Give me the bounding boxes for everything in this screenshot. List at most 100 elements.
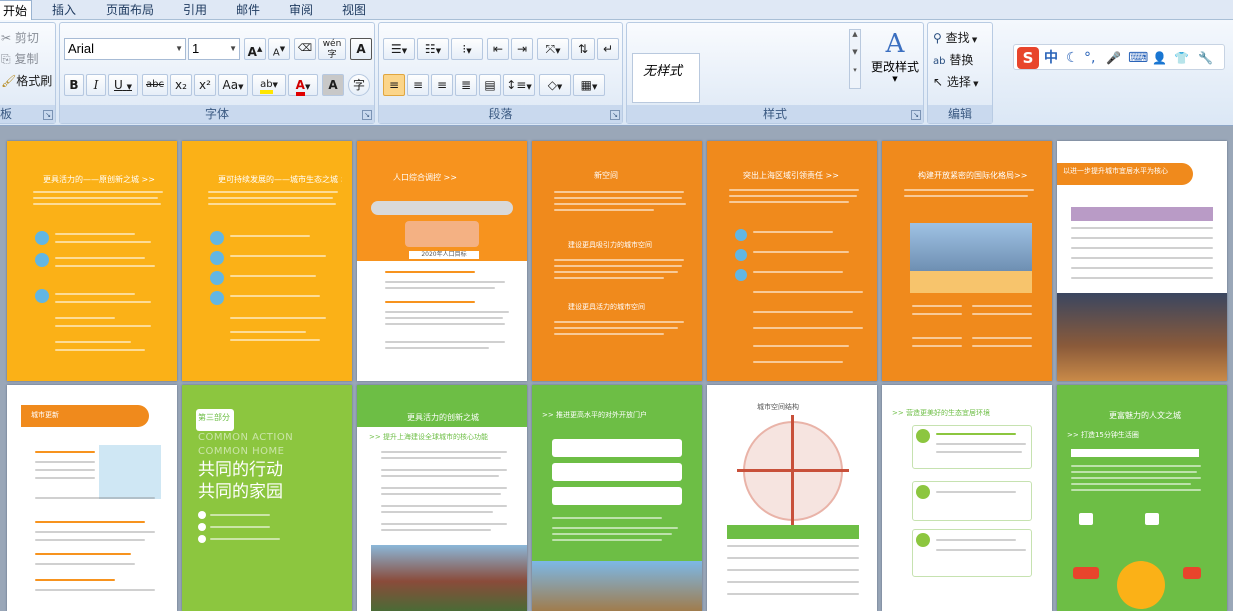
find-button[interactable]: ⚲ 查找 ▼: [933, 29, 977, 49]
bullets-button[interactable]: ☰▼: [383, 38, 415, 60]
tab-review[interactable]: 审阅: [289, 0, 313, 20]
enclose-character-button[interactable]: 字: [348, 74, 370, 96]
page-thumbnail[interactable]: 新空间 建设更具吸引力的城市空间 建设更具活力的城市空间: [532, 141, 702, 381]
clear-format-button[interactable]: ⌫: [294, 38, 316, 60]
decrease-indent-button[interactable]: ⇤: [487, 38, 509, 60]
tab-insert[interactable]: 插入: [52, 0, 76, 20]
copy-button[interactable]: ⎘ 复制: [1, 50, 38, 68]
tab-references[interactable]: 引用: [183, 0, 207, 20]
justify-button[interactable]: ≣: [455, 74, 477, 96]
underline-button[interactable]: U ▼: [108, 74, 138, 96]
binoculars-icon: ⚲: [933, 31, 942, 45]
align-right-button[interactable]: ≡: [431, 74, 453, 96]
tab-mailings[interactable]: 邮件: [236, 0, 260, 20]
tab-home[interactable]: 开始: [0, 0, 33, 20]
shirt-icon[interactable]: 👕: [1174, 48, 1189, 68]
chevron-down-icon: ▼: [175, 44, 183, 53]
grow-font-button[interactable]: A▲: [244, 38, 266, 60]
borders-icon: ▦: [580, 78, 592, 92]
change-styles-button[interactable]: A 更改样式 ▼: [869, 29, 921, 99]
page-thumbnail[interactable]: 更具活力的创新之城 >> 提升上海建设全球城市的核心功能: [357, 385, 527, 611]
keyboard-icon[interactable]: ⌨: [1128, 48, 1148, 68]
document-area[interactable]: 更具活力的——原创新之城 >> 更可持续发展的——城市生态之城 >> 人口综合调…: [0, 127, 1233, 611]
airport-photo-image: [532, 561, 702, 611]
page-heading: 城市空间结构: [757, 403, 799, 411]
bold-button[interactable]: B: [64, 74, 84, 96]
page-thumbnail[interactable]: >> 推进更高水平的对外开放门户: [532, 385, 702, 611]
page-thumbnail[interactable]: 更可持续发展的——城市生态之城 >>: [182, 141, 352, 381]
align-center-button[interactable]: ≡: [407, 74, 429, 96]
page-thumbnail[interactable]: 构建开放紧密的国际化格局>>: [882, 141, 1052, 381]
wrench-icon[interactable]: 🔧: [1198, 48, 1213, 68]
chinese-mode-icon[interactable]: 中: [1044, 48, 1058, 68]
numbering-button[interactable]: ☷▼: [417, 38, 449, 60]
increase-indent-icon: ⇥: [516, 42, 528, 56]
page-thumbnail[interactable]: 人口综合调控 >> 2020年人口目标: [357, 141, 527, 381]
shading-button[interactable]: ◇▼: [539, 74, 571, 96]
change-case-button[interactable]: Aa▼: [218, 74, 248, 96]
select-button[interactable]: ↖ 选择 ▼: [933, 73, 979, 93]
editing-group: ⚲ 查找 ▼ ab 替换 ↖ 选择 ▼ 编辑: [927, 22, 993, 124]
numbered-list-icon: ☷: [424, 42, 436, 56]
shrink-font-button[interactable]: A▼: [268, 38, 290, 60]
page-thumbnail[interactable]: >> 营造更美好的生态宜居环境: [882, 385, 1052, 611]
page-heading: 更富魅力的人文之城: [1109, 411, 1181, 420]
page-heading: 更具活力的创新之城: [407, 413, 479, 422]
character-shading-button[interactable]: A: [322, 74, 344, 96]
font-launcher-icon[interactable]: ↘: [362, 110, 372, 120]
subscript-button[interactable]: x₂: [170, 74, 192, 96]
superscript-button[interactable]: x²: [194, 74, 216, 96]
moon-icon[interactable]: ☾: [1066, 48, 1079, 68]
cut-button[interactable]: ✂ 剪切: [1, 29, 39, 47]
chinese-layout-button[interactable]: ⤧▼: [537, 38, 569, 60]
show-marks-button[interactable]: ↵: [597, 38, 619, 60]
page-heading: 更可持续发展的——城市生态之城 >>: [218, 175, 342, 184]
sogou-logo-icon[interactable]: S: [1017, 47, 1039, 69]
city-skyline-image: [910, 223, 1032, 271]
borders-button[interactable]: ▦▼: [573, 74, 605, 96]
character-border-button[interactable]: A: [350, 38, 372, 60]
chevron-down-icon: ▼: [229, 44, 237, 53]
align-left-button[interactable]: ≡: [383, 74, 405, 96]
chinese-title: 共同的家园: [198, 482, 283, 502]
highlight-button[interactable]: ab▼: [252, 74, 286, 96]
chevron-down-icon: ▼: [892, 75, 898, 83]
paragraph-launcher-icon[interactable]: ↘: [610, 110, 620, 120]
page-thumbnail[interactable]: 突出上海区域引领责任 >>: [707, 141, 877, 381]
clipboard-launcher-icon[interactable]: ↘: [43, 110, 53, 120]
align-right-icon: ≡: [436, 78, 448, 92]
sort-button[interactable]: ⇅: [571, 38, 595, 60]
tab-page-layout[interactable]: 页面布局: [106, 0, 154, 20]
styles-launcher-icon[interactable]: ↘: [911, 110, 921, 120]
phonetic-guide-button[interactable]: wén 字: [318, 38, 346, 60]
italic-button[interactable]: I: [86, 74, 106, 96]
font-family-select[interactable]: Arial ▼: [64, 38, 186, 60]
font-color-button[interactable]: A▼: [288, 74, 318, 96]
tab-view[interactable]: 视图: [342, 0, 366, 20]
justify-icon: ≣: [460, 78, 472, 92]
replace-button[interactable]: ab 替换: [933, 51, 973, 71]
distributed-button[interactable]: ▤: [479, 74, 501, 96]
user-icon[interactable]: 👤: [1152, 48, 1167, 68]
page-thumbnail[interactable]: 城市更新: [7, 385, 177, 611]
page-thumbnail[interactable]: 更具活力的——原创新之城 >>: [7, 141, 177, 381]
multilevel-list-button[interactable]: ⁝▼: [451, 38, 483, 60]
page-subheading: 建设更具吸引力的城市空间: [568, 241, 652, 249]
strikethrough-button[interactable]: abc: [142, 74, 168, 96]
punctuation-icon[interactable]: °,: [1084, 48, 1095, 68]
street-photo-image: [1057, 293, 1227, 381]
styles-group-label: 样式: [627, 105, 923, 123]
style-gallery-item[interactable]: 无样式: [632, 53, 700, 103]
line-spacing-button[interactable]: ↕≡▼: [503, 74, 535, 96]
page-thumbnail[interactable]: 城市空间结构: [707, 385, 877, 611]
increase-indent-button[interactable]: ⇥: [511, 38, 533, 60]
align-center-icon: ≡: [412, 78, 424, 92]
format-painter-button[interactable]: 🖌格式刷: [1, 72, 52, 90]
font-size-select[interactable]: 1 ▼: [188, 38, 240, 60]
eraser-icon: ⌫: [297, 43, 313, 54]
microphone-icon[interactable]: 🎤: [1106, 48, 1121, 68]
page-thumbnail[interactable]: 以进一步提升城市宜居水平为核心: [1057, 141, 1227, 381]
styles-scrollbar[interactable]: ▲ ▼ ▾: [849, 29, 861, 89]
page-thumbnail[interactable]: 第三部分 COMMON ACTION COMMON HOME 共同的行动 共同的…: [182, 385, 352, 611]
page-thumbnail[interactable]: 更富魅力的人文之城 >> 打造15分钟生活圈: [1057, 385, 1227, 611]
